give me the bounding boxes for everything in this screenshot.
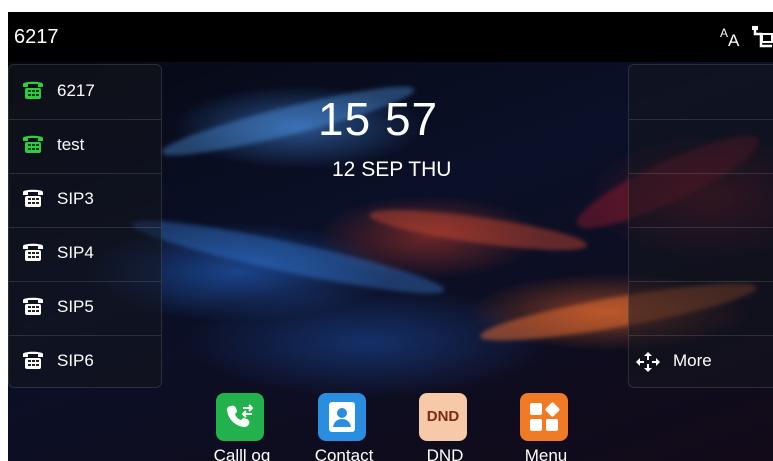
- phone-icon: [21, 240, 45, 262]
- phone-icon: [21, 294, 45, 316]
- dss-key-empty[interactable]: [629, 119, 773, 174]
- dnd-label: DND: [426, 446, 464, 461]
- line-label: SIP6: [57, 351, 94, 370]
- wallpaper-streak: [367, 201, 589, 259]
- dss-keys-panel: More: [628, 64, 773, 388]
- line-key-sip5[interactable]: SIP5: [9, 281, 161, 336]
- network-icon: [752, 24, 773, 54]
- svg-text:A: A: [728, 31, 740, 48]
- account-title: 6217: [14, 26, 59, 48]
- call-log-label: Calll og: [213, 446, 271, 461]
- dss-key-empty[interactable]: [629, 65, 773, 120]
- menu-button[interactable]: [520, 393, 568, 441]
- phone-icon: [21, 132, 45, 154]
- more-button[interactable]: More: [629, 335, 773, 389]
- dss-key-empty[interactable]: [629, 281, 773, 336]
- phone-icon: [21, 186, 45, 208]
- line-key-6217[interactable]: 6217: [9, 65, 161, 120]
- contact-label: Contact: [314, 446, 374, 461]
- svg-text:A: A: [720, 26, 728, 40]
- line-label: SIP4: [57, 243, 94, 262]
- more-label: More: [673, 351, 712, 370]
- font-size-icon[interactable]: AA: [720, 24, 744, 54]
- line-key-sip6[interactable]: SIP6: [9, 335, 161, 389]
- line-label: SIP3: [57, 189, 94, 208]
- dss-key-empty[interactable]: [629, 173, 773, 228]
- menu-label: Menu: [524, 446, 568, 461]
- clock-time: 15 57: [318, 93, 439, 145]
- call-log-button[interactable]: [216, 393, 264, 441]
- call-log-icon: [227, 404, 254, 427]
- phone-icon: [21, 348, 45, 370]
- menu-icon: [530, 402, 560, 431]
- line-label: test: [57, 135, 85, 154]
- phone-icon: [21, 78, 45, 100]
- dnd-icon: DND: [426, 408, 460, 425]
- phone-screen: 6217 AA 6217 test SIP3 SIP4 SIP5 SIP6 Mo…: [8, 12, 773, 461]
- status-bar: 6217 AA: [8, 12, 773, 62]
- contact-icon: [329, 402, 355, 432]
- clock-date: 12 SEP THU: [332, 158, 452, 181]
- move-arrows-icon: [635, 351, 661, 378]
- line-key-sip4[interactable]: SIP4: [9, 227, 161, 282]
- line-keys-panel: 6217 test SIP3 SIP4 SIP5 SIP6: [8, 64, 162, 388]
- line-key-sip3[interactable]: SIP3: [9, 173, 161, 228]
- contact-button[interactable]: [318, 393, 366, 441]
- line-key-test[interactable]: test: [9, 119, 161, 174]
- dss-key-empty[interactable]: [629, 227, 773, 282]
- line-label: 6217: [57, 81, 95, 100]
- line-label: SIP5: [57, 297, 94, 316]
- dnd-button[interactable]: DND: [419, 393, 467, 441]
